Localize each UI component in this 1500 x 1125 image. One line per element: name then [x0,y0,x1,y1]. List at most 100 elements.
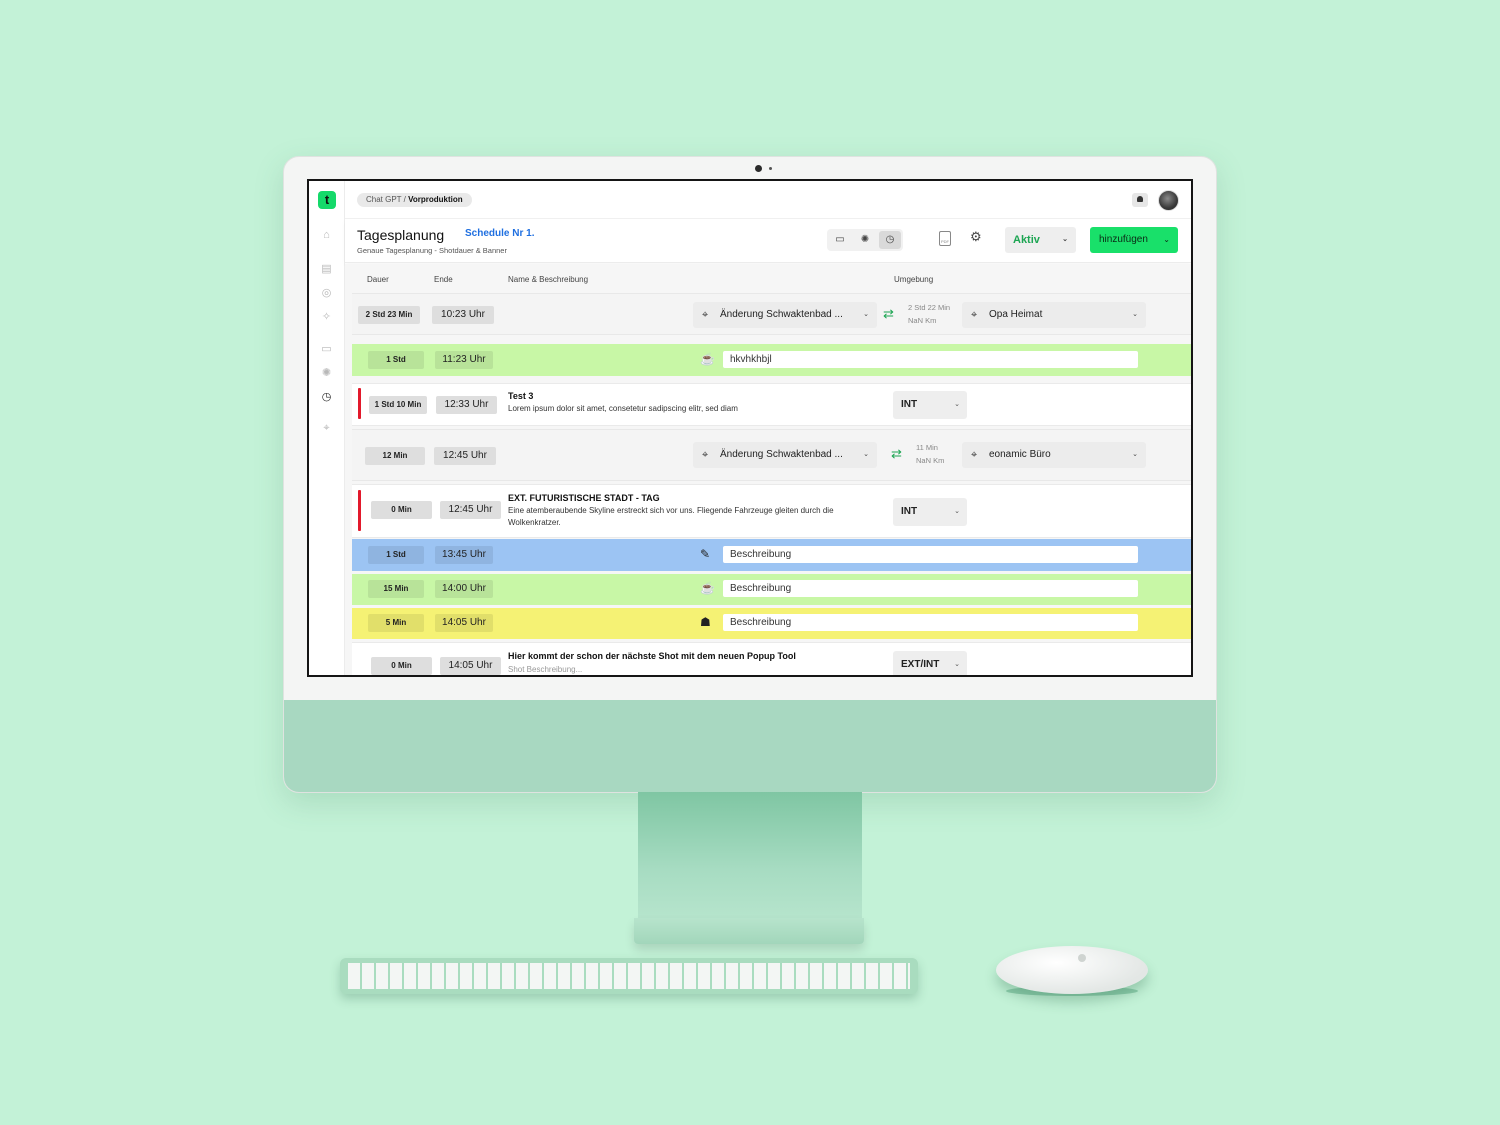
clock-view-icon[interactable]: ◷ [879,231,901,249]
home-icon[interactable]: ⌂ [320,229,333,242]
to-location-value: Opa Heimat [989,309,1043,320]
int-ext-select[interactable]: INT ⌄ [893,391,967,419]
book-view-icon[interactable]: ▭ [829,231,851,249]
top-bar: Chat GPT / Vorproduktion [345,181,1191,219]
duration-pill[interactable]: 5 Min [368,614,424,632]
break-description-input[interactable] [723,580,1138,597]
travel-distance: NaN Km [916,456,945,465]
scene-description[interactable]: Eine atemberaubende Skyline erstreckt si… [508,505,888,529]
travel-row[interactable]: 12 Min 12:45 Uhr ⌖ Änderung Schwaktenbad… [352,429,1191,481]
scene-title[interactable]: Test 3 [508,391,533,401]
banner-description-input[interactable] [723,546,1138,563]
travel-time: 2 Std 22 Min [908,303,951,312]
location-icon[interactable]: ⌖ [320,422,333,435]
camera-sensor [769,167,772,170]
chevron-down-icon: ⌄ [1132,311,1138,318]
page-subtitle: Genaue Tagesplanung - Shotdauer & Banner [357,246,507,255]
breadcrumb-project[interactable]: Chat GPT [366,195,401,204]
break-row[interactable]: 1 Std 11:23 Uhr ☕ [352,344,1191,376]
duration-pill[interactable]: 1 Std 10 Min [369,396,427,414]
breadcrumb[interactable]: Chat GPT / Vorproduktion [357,193,472,207]
gear-icon[interactable]: ⚙ [970,229,982,245]
keyboard [340,958,918,994]
end-time-pill[interactable]: 12:33 Uhr [436,396,497,414]
status-select[interactable]: Aktiv ⌄ [1005,227,1076,253]
to-location-select[interactable]: ⌖ Opa Heimat ⌄ [962,302,1146,328]
duration-pill[interactable]: 0 Min [371,501,432,519]
end-time-pill[interactable]: 14:00 Uhr [435,580,493,598]
route-icon: ⇄ [883,306,894,321]
apple-logo-icon [1078,954,1086,962]
scene-marker [358,388,361,419]
aperture-icon[interactable]: ✺ [320,367,333,380]
column-name: Name & Beschreibung [508,275,589,284]
pdf-export-icon[interactable]: PDF [939,231,951,246]
group-icon: ☗ [700,615,711,629]
to-location-select[interactable]: ⌖ eonamic Büro ⌄ [962,442,1146,468]
int-ext-value: INT [901,506,918,517]
from-location-value: Änderung Schwaktenbad ... [720,449,843,460]
page-title: Tagesplanung [357,227,445,243]
end-time-pill[interactable]: 12:45 Uhr [434,447,496,465]
magic-icon[interactable]: ✧ [320,311,333,324]
makeup-banner-row[interactable]: 1 Std 13:45 Uhr ✎ [352,539,1191,571]
check-icon[interactable]: ◎ [320,287,333,300]
scene-row[interactable]: 0 Min 14:05 Uhr Hier kommt der schon der… [352,642,1191,675]
group-banner-row[interactable]: 5 Min 14:05 Uhr ☗ [352,608,1191,639]
int-ext-select[interactable]: INT ⌄ [893,498,967,526]
end-time-pill[interactable]: 10:23 Uhr [432,306,494,324]
add-button[interactable]: hinzufügen ⌄ [1090,227,1178,253]
from-location-value: Änderung Schwaktenbad ... [720,309,843,320]
from-location-select[interactable]: ⌖ Änderung Schwaktenbad ... ⌄ [693,442,877,468]
scene-title[interactable]: EXT. FUTURISTISCHE STADT - TAG [508,493,660,503]
int-ext-select[interactable]: EXT/INT ⌄ [893,651,967,675]
banner-description-input[interactable] [723,614,1138,631]
screen: t ⌂ ▤ ◎ ✧ ▭ ✺ ◷ ⌖ Chat GPT / Vorprodukti… [307,179,1193,677]
bell-icon[interactable] [1132,193,1148,207]
aperture-view-icon[interactable]: ✺ [854,231,876,249]
break-row[interactable]: 15 Min 14:00 Uhr ☕ [352,574,1191,605]
break-description-input[interactable] [723,351,1138,368]
travel-row[interactable]: 2 Std 23 Min 10:23 Uhr ⌖ Änderung Schwak… [352,293,1191,335]
monitor-stand [638,792,862,922]
chevron-down-icon: ⌄ [1163,235,1170,244]
duration-pill[interactable]: 0 Min [371,657,432,675]
imac-monitor: t ⌂ ▤ ◎ ✧ ▭ ✺ ◷ ⌖ Chat GPT / Vorprodukti… [283,156,1217,793]
app-logo[interactable]: t [318,191,336,209]
int-ext-value: INT [901,399,918,410]
chevron-down-icon: ⌄ [954,508,960,515]
end-time-pill[interactable]: 14:05 Uhr [435,614,493,632]
coffee-icon: ☕ [700,352,715,366]
travel-time: 11 Min [916,443,938,452]
monitor-stand-foot [634,918,864,944]
scene-title[interactable]: Hier kommt der schon der nächste Shot mi… [508,651,796,661]
schedule-link[interactable]: Schedule Nr 1. [465,228,534,239]
clock-icon[interactable]: ◷ [320,391,333,404]
book-icon[interactable]: ▭ [320,343,333,356]
location-pin-icon: ⌖ [971,449,978,461]
avatar[interactable] [1158,190,1179,211]
duration-pill[interactable]: 1 Std [368,546,424,564]
from-location-select[interactable]: ⌖ Änderung Schwaktenbad ... ⌄ [693,302,877,328]
end-time-pill[interactable]: 14:05 Uhr [440,657,501,675]
duration-pill[interactable]: 1 Std [368,351,424,369]
duration-pill[interactable]: 15 Min [368,580,424,598]
duration-pill[interactable]: 12 Min [365,447,425,465]
travel-info: 2 Std 22 Min NaN Km [908,301,950,327]
end-time-pill[interactable]: 12:45 Uhr [440,501,501,519]
coffee-icon: ☕ [700,581,715,595]
end-time-pill[interactable]: 11:23 Uhr [435,351,493,369]
breadcrumb-separator: / [403,195,406,204]
notes-icon[interactable]: ▤ [320,263,333,276]
add-button-label: hinzufügen [1099,234,1148,245]
duration-pill[interactable]: 2 Std 23 Min [358,306,420,324]
breadcrumb-phase[interactable]: Vorproduktion [408,195,463,204]
end-time-pill[interactable]: 13:45 Uhr [435,546,493,564]
monitor-chin [284,700,1216,792]
scene-description[interactable]: Shot Beschreibung... [508,664,888,675]
scene-row[interactable]: 0 Min 12:45 Uhr EXT. FUTURISTISCHE STADT… [352,484,1191,538]
location-pin-icon: ⌖ [702,449,709,461]
scene-row[interactable]: 1 Std 10 Min 12:33 Uhr Test 3 Lorem ipsu… [352,383,1191,426]
scene-description[interactable]: Lorem ipsum dolor sit amet, consetetur s… [508,403,888,415]
column-end: Ende [434,275,453,284]
